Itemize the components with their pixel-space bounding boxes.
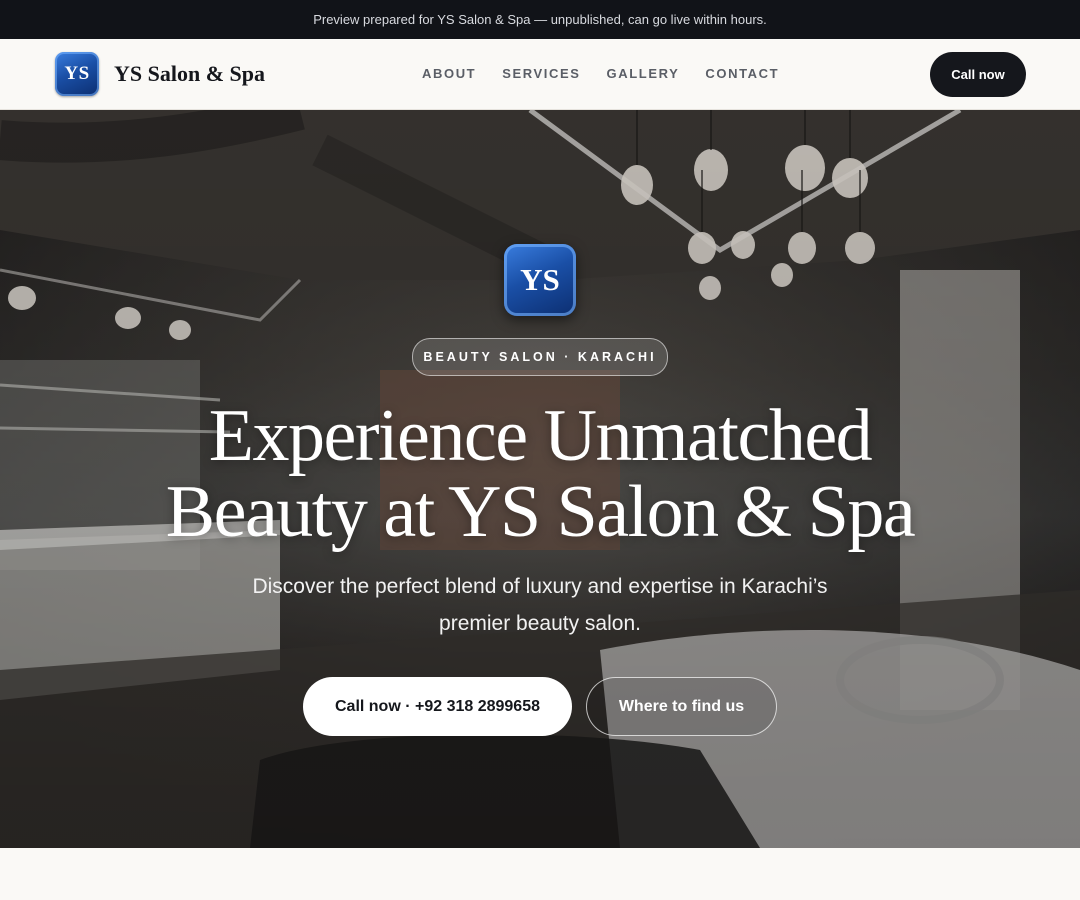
nav-gallery-link[interactable]: GALLERY bbox=[607, 66, 680, 81]
brand-name[interactable]: YS Salon & Spa bbox=[114, 61, 265, 87]
nav-services-link[interactable]: SERVICES bbox=[502, 66, 580, 81]
logo-icon[interactable]: YS bbox=[55, 52, 99, 96]
main-nav: ABOUT SERVICES GALLERY CONTACT bbox=[422, 66, 779, 81]
logo-initials: YS bbox=[64, 63, 90, 84]
site-header: YS YS Salon & Spa ABOUT SERVICES GALLERY… bbox=[0, 39, 1080, 110]
hero-logo-icon: YS bbox=[504, 244, 576, 316]
nav-contact-link[interactable]: CONTACT bbox=[705, 66, 779, 81]
hero-subtitle: Discover the perfect blend of luxury and… bbox=[252, 575, 828, 635]
call-now-phone-button[interactable]: Call now · +92 318 2899658 bbox=[303, 677, 572, 736]
hero-section: YS BEAUTY SALON · KARACHI Experience Unm… bbox=[0, 110, 1080, 848]
preview-banner-text: Preview prepared for YS Salon & Spa — un… bbox=[313, 12, 767, 27]
hero-tagline-badge: BEAUTY SALON · KARACHI bbox=[412, 338, 668, 376]
hero-title: Experience Unmatched Beauty at YS Salon … bbox=[100, 398, 980, 550]
where-to-find-us-button[interactable]: Where to find us bbox=[586, 677, 777, 736]
hero-title-line1: Experience Unmatched bbox=[208, 395, 873, 477]
preview-banner: Preview prepared for YS Salon & Spa — un… bbox=[0, 0, 1080, 39]
nav-about-link[interactable]: ABOUT bbox=[422, 66, 476, 81]
call-now-button[interactable]: Call now bbox=[930, 52, 1026, 97]
hero-logo-initials: YS bbox=[520, 262, 560, 297]
hero-title-line2: Beauty at YS Salon & Spa bbox=[165, 471, 916, 553]
